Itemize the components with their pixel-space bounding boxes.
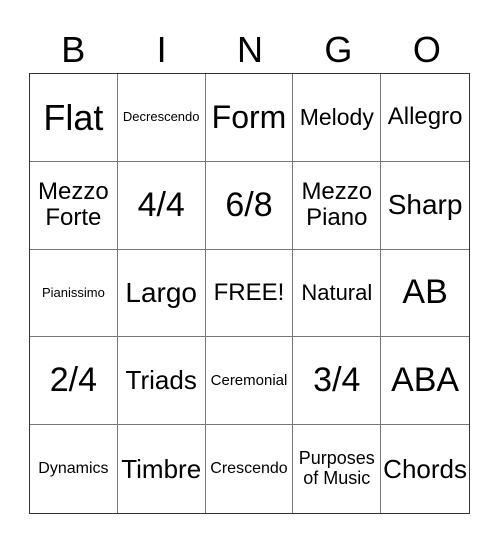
bingo-cell: Ceremonial	[205, 337, 294, 426]
header-letter-b: B	[61, 29, 86, 70]
bingo-cell: Form	[205, 74, 294, 162]
bingo-cell: Natural	[293, 249, 382, 338]
bingo-header: B I N G O	[29, 26, 471, 74]
bingo-cell: Decrescendo	[117, 74, 206, 162]
bingo-cell: Flat	[30, 74, 118, 162]
header-letter-g: G	[324, 29, 353, 70]
bingo-cell: 3/4	[293, 337, 382, 426]
bingo-cell: Purposes of Music	[293, 425, 382, 513]
header-letter-o: O	[412, 29, 441, 70]
bingo-cell: Crescendo	[206, 425, 294, 513]
header-letter-i: I	[156, 29, 167, 70]
bingo-cell: Timbre	[118, 425, 206, 513]
bingo-cell: Pianissimo	[30, 249, 118, 338]
bingo-cell: Melody	[293, 74, 382, 162]
bingo-cell: Mezzo Forte	[30, 161, 118, 250]
header-letter-n: N	[237, 29, 264, 70]
bingo-cell: Largo	[117, 249, 206, 338]
free-space-cell: FREE!	[205, 249, 294, 338]
bingo-cell: AB	[381, 250, 469, 338]
bingo-cell: Sharp	[381, 162, 469, 250]
bingo-cell: Triads	[117, 337, 206, 426]
bingo-cell: 4/4	[117, 161, 206, 250]
bingo-cell: Chords	[383, 453, 467, 484]
bingo-cell: Allegro	[381, 74, 469, 162]
bingo-cell: Dynamics	[30, 425, 118, 513]
bingo-cell: 2/4	[30, 337, 118, 426]
bingo-cell: Mezzo Piano	[293, 161, 382, 250]
bingo-cell: 6/8	[205, 161, 294, 250]
bingo-grid: Flat Decrescendo Form Melody Allegro Mez…	[29, 73, 470, 514]
bingo-cell: ABA	[381, 337, 469, 426]
